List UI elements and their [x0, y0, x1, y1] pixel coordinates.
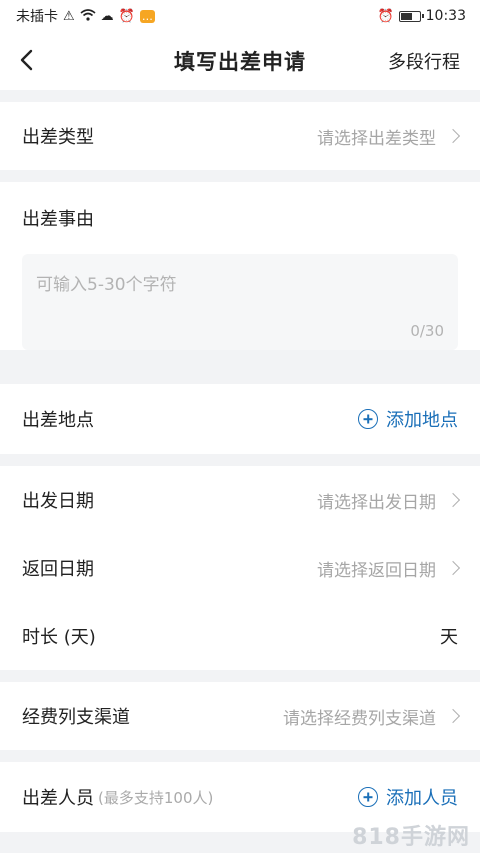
- divider: [0, 454, 480, 466]
- add-personnel-label: 添加人员: [386, 788, 458, 809]
- chat-notification-icon: …: [139, 9, 155, 23]
- battery-icon: [398, 10, 424, 22]
- chevron-right-icon: [445, 560, 461, 576]
- plus-circle-icon: [358, 787, 378, 807]
- plus-circle-icon: [358, 409, 378, 429]
- return-date-label: 返回日期: [22, 559, 94, 580]
- trip-type-placeholder: 请选择出差类型: [317, 128, 436, 149]
- back-button[interactable]: [16, 46, 40, 74]
- return-date-row[interactable]: 返回日期 请选择返回日期: [0, 534, 480, 602]
- chevron-left-icon: [20, 49, 33, 71]
- depart-date-label: 出发日期: [22, 491, 94, 512]
- alarm-clock-icon: ⏰: [118, 8, 135, 24]
- location-label: 出差地点: [22, 410, 94, 431]
- reason-textarea[interactable]: 可输入5-30个字符 0/30: [22, 254, 458, 350]
- trip-type-label: 出差类型: [22, 127, 94, 148]
- divider: [0, 170, 480, 182]
- sim-alert-icon: ⚠: [63, 8, 75, 24]
- personnel-label: 出差人员: [22, 788, 94, 809]
- location-row: 出差地点 添加地点: [0, 384, 480, 454]
- page-title: 填写出差申请: [174, 50, 306, 74]
- divider: [0, 750, 480, 762]
- expense-placeholder: 请选择经费列支渠道: [283, 708, 436, 729]
- multi-segment-trip-button[interactable]: 多段行程: [388, 48, 460, 74]
- date-card: 出发日期 请选择出发日期 返回日期 请选择返回日期 时长 (天) 天: [0, 466, 480, 670]
- carrier-text: 未插卡: [16, 9, 58, 25]
- chevron-right-icon: [445, 128, 461, 144]
- alarm-icon: ⏰: [377, 8, 394, 24]
- expense-label: 经费列支渠道: [22, 707, 130, 728]
- divider: [0, 372, 480, 384]
- status-left: 未插卡 ⚠ ☁ ⏰ …: [16, 6, 155, 26]
- depart-date-row[interactable]: 出发日期 请选择出发日期: [0, 466, 480, 534]
- divider: [0, 670, 480, 682]
- status-right: ⏰ 10:33: [377, 8, 466, 24]
- cloud-icon: ☁: [100, 8, 114, 24]
- reason-card: 出差事由 可输入5-30个字符 0/30: [0, 182, 480, 350]
- duration-row: 时长 (天) 天: [0, 602, 480, 670]
- duration-label: 时长 (天): [22, 627, 96, 648]
- chevron-right-icon: [445, 708, 461, 724]
- depart-date-select[interactable]: 请选择出发日期: [317, 488, 461, 513]
- clock-time: 10:33: [425, 8, 466, 24]
- return-date-placeholder: 请选择返回日期: [317, 560, 436, 581]
- personnel-hint: (最多支持100人): [98, 788, 214, 807]
- add-location-label: 添加地点: [386, 410, 458, 431]
- add-personnel-button[interactable]: 添加人员: [358, 784, 458, 810]
- location-card: 出差地点 添加地点: [0, 384, 480, 454]
- expense-row[interactable]: 经费列支渠道 请选择经费列支渠道: [0, 682, 480, 750]
- trip-type-row[interactable]: 出差类型 请选择出差类型: [0, 102, 480, 170]
- personnel-label-group: 出差人员 (最多支持100人): [22, 784, 213, 810]
- divider: [0, 90, 480, 102]
- watermark: 818手游网: [352, 825, 470, 850]
- wifi-icon: [80, 8, 96, 24]
- reason-row: 出差事由: [0, 182, 480, 254]
- trip-type-card: 出差类型 请选择出差类型: [0, 102, 480, 170]
- add-location-button[interactable]: 添加地点: [358, 406, 458, 432]
- duration-value: 天: [440, 627, 458, 648]
- nav-bar: 填写出差申请 多段行程: [0, 32, 480, 90]
- expense-select[interactable]: 请选择经费列支渠道: [283, 704, 461, 729]
- chevron-right-icon: [445, 492, 461, 508]
- depart-date-placeholder: 请选择出发日期: [317, 492, 436, 513]
- reason-label: 出差事由: [22, 209, 94, 230]
- trip-type-select[interactable]: 请选择出差类型: [317, 124, 461, 149]
- expense-card: 经费列支渠道 请选择经费列支渠道: [0, 682, 480, 750]
- return-date-select[interactable]: 请选择返回日期: [317, 556, 461, 581]
- status-bar: 未插卡 ⚠ ☁ ⏰ … ⏰ 10:33: [0, 0, 480, 32]
- reason-placeholder: 可输入5-30个字符: [36, 275, 177, 295]
- reason-char-counter: 0/30: [410, 322, 444, 340]
